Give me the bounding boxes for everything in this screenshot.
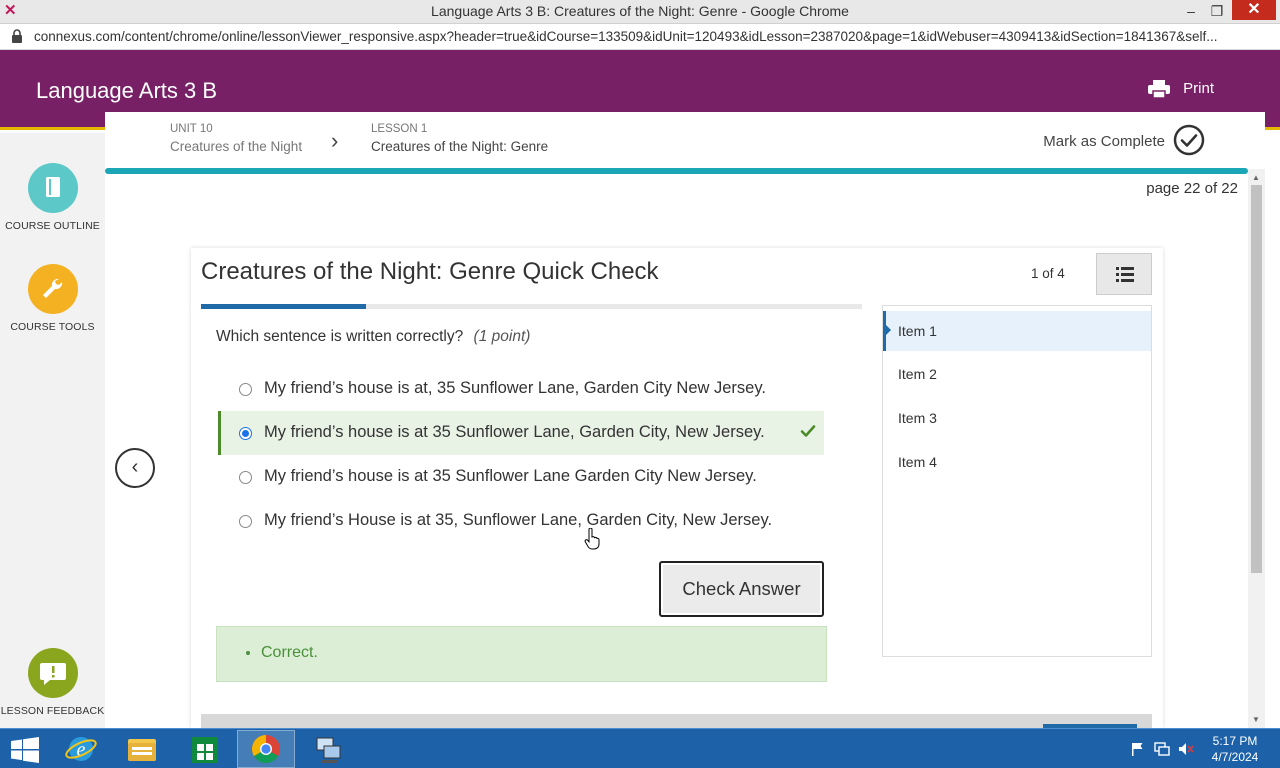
lesson-label: LESSON 1 <box>371 123 428 135</box>
hand-cursor-icon <box>584 528 600 550</box>
chrome-taskbar-button[interactable] <box>237 730 295 768</box>
unit-label: UNIT 10 <box>170 123 213 135</box>
question-prompt: Which sentence is written correctly? <box>216 328 464 345</box>
quiz-progress-bar <box>201 304 862 309</box>
page-scrollbar[interactable]: ▲ ▼ <box>1248 169 1265 728</box>
answer-option-4[interactable]: My friend’s House is at 35, Sunflower La… <box>218 499 824 543</box>
scroll-up-arrow-icon[interactable]: ▲ <box>1252 173 1260 182</box>
lesson-name: Creatures of the Night: Genre <box>371 139 549 154</box>
maximize-button[interactable]: ❐ <box>1202 0 1232 24</box>
lesson-feedback-label: LESSON FEEDBACK <box>0 705 105 717</box>
chrome-icon <box>252 735 280 763</box>
windows-start-icon[interactable] <box>10 737 40 763</box>
system-clock[interactable]: 5:17 PM 4/7/2024 <box>1200 733 1270 765</box>
windows-taskbar: e 5:17 PM 4/7/2024 <box>0 728 1280 768</box>
course-tools-label: COURSE TOOLS <box>10 321 95 333</box>
store-taskbar-button[interactable] <box>176 730 234 768</box>
radio-button[interactable] <box>239 471 252 484</box>
item-4[interactable]: Item 4 <box>883 442 1151 482</box>
book-icon <box>27 163 78 213</box>
item-3[interactable]: Item 3 <box>883 398 1151 438</box>
breadcrumb-lesson[interactable]: LESSON 1 Creatures of the Night: Genre <box>371 123 548 154</box>
page-indicator: page 22 of 22 <box>1146 180 1238 197</box>
lock-icon <box>12 29 22 43</box>
unit-name: Creatures of the Night <box>170 139 303 154</box>
previous-page-button[interactable]: ‹ <box>115 448 155 488</box>
question-text: Which sentence is written correctly? (1 … <box>216 328 530 346</box>
chat-alert-icon <box>27 648 78 698</box>
wrench-icon <box>27 264 78 314</box>
window-titlebar: ✕ Language Arts 3 B: Creatures of the Ni… <box>0 0 1280 24</box>
radio-button[interactable] <box>239 515 252 528</box>
computer-network-icon <box>316 737 341 763</box>
breadcrumb: UNIT 10 Creatures of the Night › LESSON … <box>105 112 1265 172</box>
feedback-text: Correct. <box>261 644 318 662</box>
store-icon <box>192 737 218 763</box>
course-outline-button[interactable]: COURSE OUTLINE <box>0 163 105 232</box>
answer-option-3[interactable]: My friend’s house is at 35 Sunflower Lan… <box>218 455 824 499</box>
internet-explorer-taskbar-button[interactable]: e <box>52 730 110 768</box>
address-bar[interactable]: connexus.com/content/chrome/online/lesso… <box>0 24 1280 50</box>
list-icon <box>1116 267 1134 282</box>
url-text[interactable]: connexus.com/content/chrome/online/lesso… <box>34 29 1234 44</box>
correct-check-icon <box>800 425 816 437</box>
lesson-feedback-button[interactable]: LESSON FEEDBACK <box>0 648 105 717</box>
course-tools-button[interactable]: COURSE TOOLS <box>0 264 105 333</box>
chevron-left-icon: ‹ <box>131 456 139 478</box>
internet-explorer-icon: e <box>65 737 97 761</box>
check-answer-button[interactable]: Check Answer <box>659 561 824 617</box>
clock-time: 5:17 PM <box>1212 734 1258 748</box>
quiz-progress-fill <box>201 304 367 309</box>
answer-option-1[interactable]: My friend’s house is at, 35 Sunflower La… <box>218 367 824 411</box>
answer-option-text: My friend’s house is at 35 Sunflower Lan… <box>264 467 757 485</box>
print-button[interactable]: Print <box>1183 80 1214 97</box>
item-list-toggle-button[interactable] <box>1096 253 1152 295</box>
feedback-box: Correct. <box>216 626 827 682</box>
file-explorer-taskbar-button[interactable] <box>113 730 171 768</box>
lesson-progress-bar <box>105 168 1248 174</box>
chevron-right-icon: › <box>331 128 339 153</box>
quiz-title: Creatures of the Night: Genre Quick Chec… <box>201 258 659 285</box>
item-1[interactable]: Item 1 <box>883 311 1151 351</box>
quiz-item-count: 1 of 4 <box>1031 266 1065 281</box>
scrollbar-thumb[interactable] <box>1251 185 1262 573</box>
window-title: Language Arts 3 B: Creatures of the Nigh… <box>431 3 849 19</box>
course-title: Language Arts 3 B <box>36 78 218 103</box>
network-app-taskbar-button[interactable] <box>299 730 357 768</box>
network-icon[interactable] <box>1154 741 1170 757</box>
question-points: (1 point) <box>473 328 531 345</box>
printer-icon[interactable] <box>1148 80 1170 98</box>
answer-option-2[interactable]: My friend’s house is at 35 Sunflower Lan… <box>218 411 824 455</box>
radio-button[interactable] <box>239 383 252 396</box>
clock-date: 4/7/2024 <box>1211 750 1259 764</box>
answer-option-text: My friend’s house is at, 35 Sunflower La… <box>264 379 766 397</box>
flag-icon[interactable] <box>1130 741 1146 757</box>
item-2[interactable]: Item 2 <box>883 354 1151 394</box>
scroll-down-arrow-icon[interactable]: ▼ <box>1252 715 1260 724</box>
answer-option-text: My friend’s house is at 35 Sunflower Lan… <box>264 423 765 441</box>
check-circle-icon[interactable] <box>1173 124 1205 156</box>
left-rail: COURSE OUTLINE COURSE TOOLS LESSON FEEDB… <box>0 133 105 728</box>
speaker-muted-icon[interactable] <box>1178 741 1194 757</box>
close-button[interactable]: ✕ <box>1232 0 1276 20</box>
radio-button-selected[interactable] <box>239 427 252 440</box>
quick-check-card: Creatures of the Night: Genre Quick Chec… <box>191 248 1163 728</box>
card-footer-bar <box>201 714 1152 728</box>
mark-complete-button[interactable]: Mark as Complete <box>1043 133 1165 150</box>
breadcrumb-unit[interactable]: UNIT 10 Creatures of the Night <box>170 123 302 154</box>
answer-option-text: My friend’s House is at 35, Sunflower La… <box>264 511 773 529</box>
course-outline-label: COURSE OUTLINE <box>5 220 100 232</box>
folder-icon <box>128 739 156 761</box>
item-list-panel: Item 1 Item 2 Item 3 Item 4 <box>882 305 1152 657</box>
